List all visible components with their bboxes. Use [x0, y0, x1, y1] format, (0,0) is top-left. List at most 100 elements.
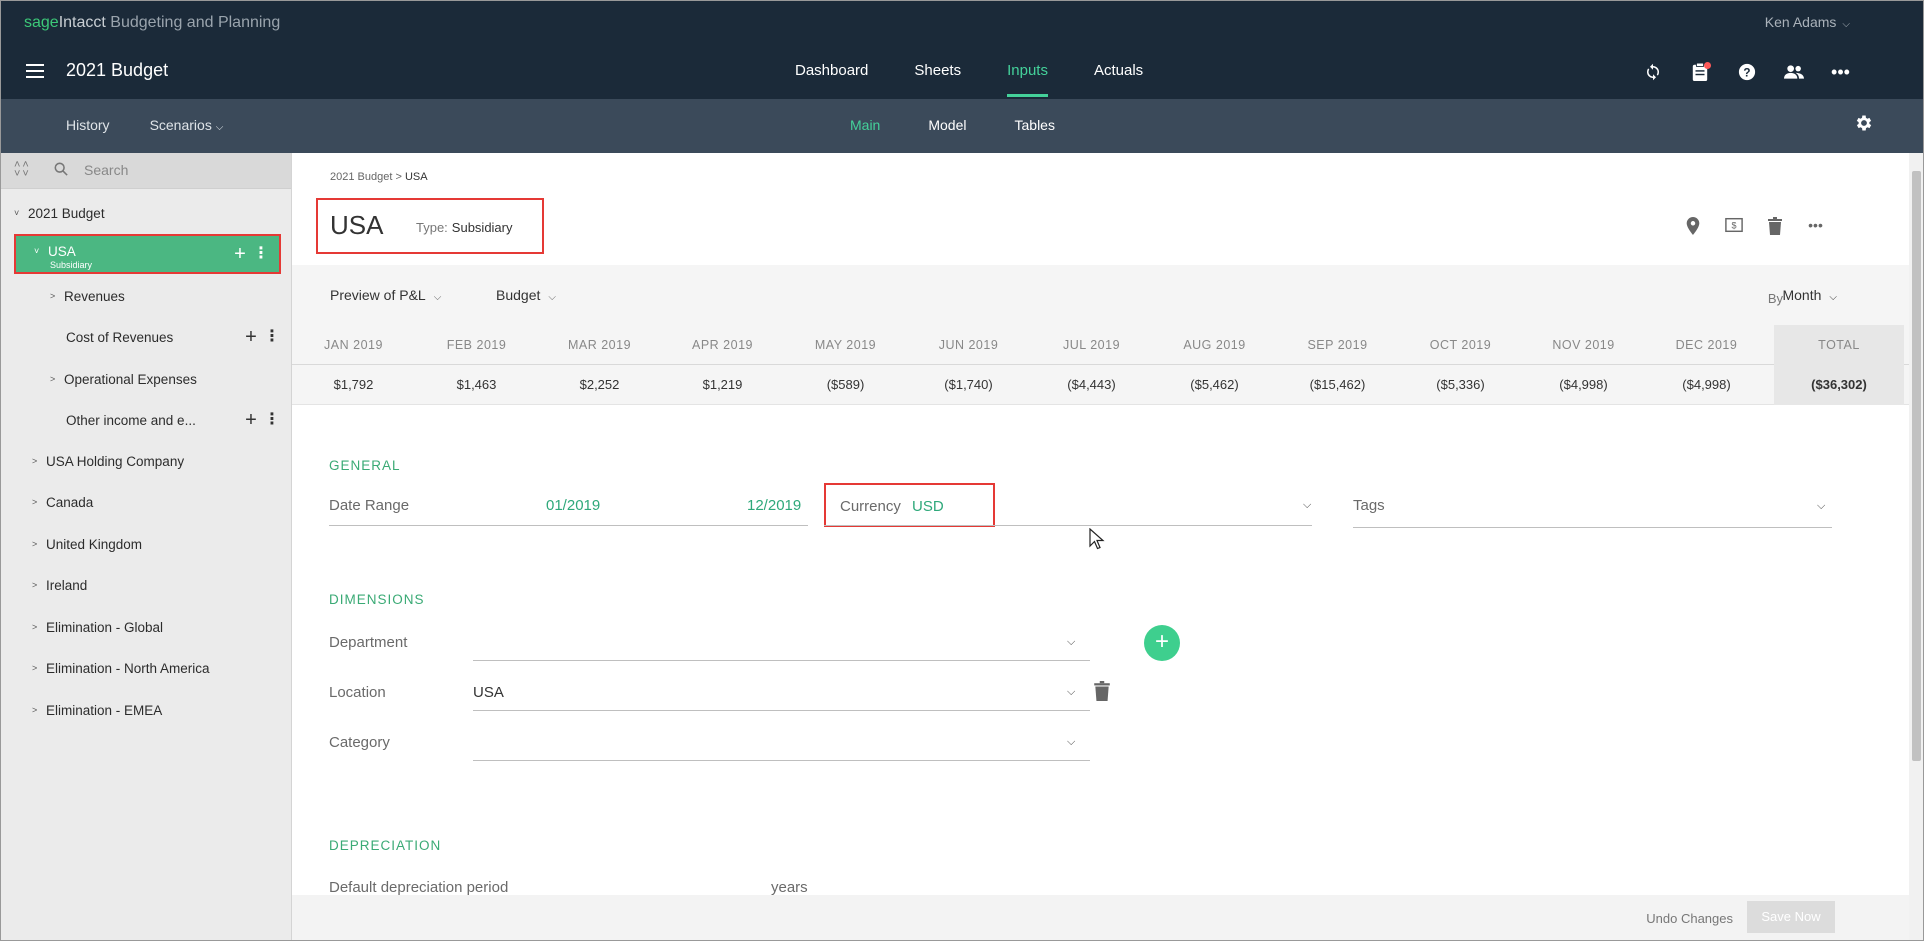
month-value: $1,463 — [456, 377, 497, 392]
location-value[interactable]: USA — [473, 684, 504, 701]
preview-dropdown[interactable]: Preview of P&L ⌵ — [330, 287, 441, 303]
tab-tables[interactable]: Tables — [1015, 117, 1055, 133]
category-chevron-icon[interactable]: ⌵ — [1067, 736, 1075, 749]
tree-item-usa-holding[interactable]: ˃ USA Holding Company — [32, 441, 184, 481]
tree-item-usa-selected[interactable]: ˅ USA Subsidiary + ⋮ — [14, 234, 281, 274]
month-value: ($5,462) — [1190, 377, 1239, 392]
category-dropdown[interactable] — [473, 760, 1090, 761]
history-link[interactable]: History — [66, 117, 110, 133]
tree-item-operational-expenses[interactable]: ˃ Operational Expenses — [50, 359, 197, 399]
scenario-dropdown[interactable]: Budget ⌵ — [496, 287, 556, 303]
undo-changes-button[interactable]: Undo Changes — [1646, 911, 1733, 926]
chevron-right-icon: ˃ — [32, 580, 38, 590]
depreciation-unit-label: years — [771, 879, 808, 896]
location-dropdown[interactable] — [473, 710, 1090, 711]
currency-underline — [824, 525, 1312, 526]
nav-sheets[interactable]: Sheets — [914, 62, 961, 97]
sidebar-search: ˄˄ ˅˅ — [0, 153, 291, 189]
currency-dropdown-chevron-icon[interactable]: ⌵ — [1303, 499, 1311, 512]
chevron-down-icon: ⌵ — [548, 292, 556, 303]
month-value: $1,792 — [333, 377, 374, 392]
tree-item-canada[interactable]: ˃ Canada — [32, 482, 93, 522]
location-chevron-icon[interactable]: ⌵ — [1067, 686, 1075, 699]
tree-item-elimination-emea[interactable]: ˃ Elimination - EMEA — [32, 690, 162, 730]
month-header: AUG 2019 — [1183, 338, 1246, 352]
kebab-menu-icon[interactable]: ⋮ — [264, 329, 280, 345]
gear-icon[interactable] — [1852, 113, 1876, 137]
budget-title: 2021 Budget — [66, 60, 169, 80]
tree-item-root[interactable]: ˅ 2021 Budget — [14, 193, 105, 233]
add-dimension-button[interactable]: + — [1144, 625, 1180, 661]
chevron-down-icon: ⌵ — [215, 122, 224, 133]
expand-collapse-icon[interactable]: ˄˄ ˅˅ — [14, 160, 31, 180]
hamburger-menu-icon[interactable] — [26, 64, 44, 82]
refresh-icon[interactable] — [1629, 60, 1676, 84]
tags-dropdown[interactable] — [1353, 527, 1832, 528]
main-nav: Dashboard Sheets Inputs Actuals — [795, 62, 1189, 97]
help-icon[interactable]: ? — [1723, 60, 1770, 84]
chevron-down-icon: ⌵ — [433, 292, 442, 303]
trash-icon[interactable] — [1094, 681, 1110, 701]
nav-inputs[interactable]: Inputs — [1007, 62, 1048, 97]
nav-actuals[interactable]: Actuals — [1094, 62, 1143, 97]
page-title-box: USA Type: Subsidiary — [316, 198, 544, 254]
kebab-menu-icon[interactable]: ⋮ — [264, 412, 280, 428]
month-value-row: $1,792 $1,463 $2,252 $1,219 ($589) ($1,7… — [292, 365, 1909, 405]
breadcrumb-parent[interactable]: 2021 Budget — [330, 171, 392, 183]
tree-item-cost-of-revenues[interactable]: Cost of Revenues + ⋮ — [66, 317, 280, 357]
month-value: ($15,462) — [1309, 377, 1366, 392]
type-label: Type: Subsidiary — [416, 220, 513, 235]
tab-main[interactable]: Main — [850, 117, 880, 133]
users-icon[interactable] — [1770, 60, 1817, 84]
sub-nav-center: Main Model Tables — [850, 117, 1103, 133]
filter-bar: Preview of P&L ⌵ Budget ⌵ By Month ⌵ — [292, 265, 1909, 325]
section-general-title: GENERAL — [329, 458, 401, 473]
tree-item-united-kingdom[interactable]: ˃ United Kingdom — [32, 524, 142, 564]
kebab-menu-icon[interactable]: ⋮ — [253, 246, 269, 262]
section-depreciation-title: DEPRECIATION — [329, 838, 442, 853]
currency-value[interactable]: USD — [912, 498, 944, 515]
section-dimensions-title: DIMENSIONS — [329, 592, 425, 607]
chevron-right-icon: ˃ — [32, 705, 38, 715]
more-icon[interactable]: ••• — [1817, 60, 1864, 84]
tree-item-ireland[interactable]: ˃ Ireland — [32, 565, 87, 605]
by-label: By — [1767, 291, 1783, 306]
currency-icon[interactable]: $ — [1713, 217, 1754, 240]
tree-item-elimination-global[interactable]: ˃ Elimination - Global — [32, 607, 163, 647]
scrollbar-thumb[interactable] — [1912, 171, 1921, 761]
tab-model[interactable]: Model — [928, 117, 966, 133]
location-pin-icon[interactable] — [1672, 217, 1713, 240]
department-label: Department — [329, 634, 408, 651]
department-dropdown[interactable] — [473, 660, 1090, 661]
tags-dropdown-chevron-icon[interactable]: ⌵ — [1817, 500, 1825, 513]
tree-item-other-income[interactable]: Other income and e... + ⋮ — [66, 400, 280, 440]
trash-icon[interactable] — [1754, 217, 1795, 240]
add-icon[interactable]: + — [238, 326, 264, 349]
more-icon[interactable]: ••• — [1795, 217, 1836, 240]
clipboard-icon[interactable] — [1676, 60, 1723, 84]
period-dropdown[interactable]: Month ⌵ — [1782, 287, 1837, 303]
tree-item-revenues[interactable]: ˃ Revenues — [50, 276, 125, 316]
date-to-input[interactable]: 12/2019 — [747, 497, 801, 514]
search-input[interactable] — [84, 159, 274, 181]
chevron-right-icon: ˃ — [32, 622, 38, 632]
add-icon[interactable]: + — [238, 409, 264, 432]
save-now-button[interactable]: Save Now — [1747, 901, 1835, 933]
month-header: JUL 2019 — [1062, 338, 1121, 352]
month-header: MAY 2019 — [814, 338, 877, 352]
tree-item-elimination-na[interactable]: ˃ Elimination - North America — [32, 648, 210, 688]
date-from-input[interactable]: 01/2019 — [546, 497, 600, 514]
month-value: ($4,998) — [1559, 377, 1608, 392]
user-menu[interactable]: Ken Adams ⌵ — [1765, 14, 1850, 30]
scrollbar[interactable] — [1909, 153, 1924, 941]
nav-dashboard[interactable]: Dashboard — [795, 62, 868, 97]
scenarios-dropdown[interactable]: Scenarios ⌵ — [150, 117, 224, 133]
sub-header: History Scenarios ⌵ Main Model Tables — [0, 99, 1924, 153]
add-icon[interactable]: + — [227, 243, 253, 266]
page-actions: $ ••• — [1672, 217, 1836, 240]
month-header: JAN 2019 — [324, 338, 383, 352]
department-chevron-icon[interactable]: ⌵ — [1067, 636, 1075, 649]
month-value: ($589) — [826, 377, 865, 392]
location-label: Location — [329, 684, 386, 701]
page-title: USA — [330, 210, 384, 240]
